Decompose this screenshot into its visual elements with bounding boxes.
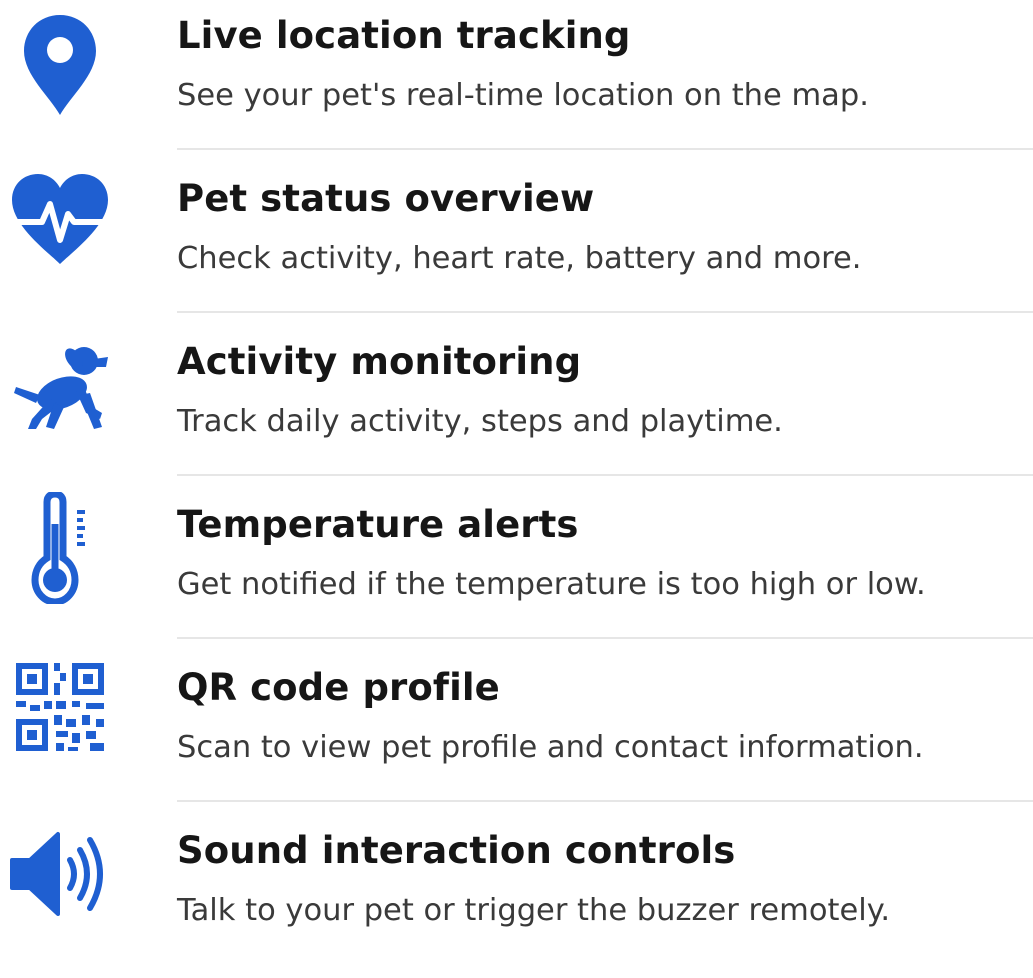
feature-pet-status[interactable]: Pet status overview Check activity, hear…: [0, 163, 1033, 326]
feature-description: Check activity, heart rate, battery and …: [177, 241, 862, 276]
running-dog-icon: [0, 332, 120, 442]
feature-title: Sound interaction controls: [177, 829, 736, 872]
feature-qr-profile[interactable]: QR code profile Scan to view pet profile…: [0, 652, 1033, 815]
feature-description: Scan to view pet profile and contact inf…: [177, 730, 924, 765]
qr-code-icon: [0, 652, 120, 762]
feature-title: Pet status overview: [177, 177, 595, 220]
feature-title: QR code profile: [177, 666, 500, 709]
feature-description: Talk to your pet or trigger the buzzer r…: [177, 893, 891, 928]
heart-pulse-icon: [0, 163, 120, 273]
divider: [177, 637, 1033, 639]
feature-description: Track daily activity, steps and playtime…: [177, 404, 783, 439]
feature-title: Live location tracking: [177, 14, 631, 57]
feature-sound-controls[interactable]: Sound interaction controls Talk to your …: [0, 815, 1033, 978]
divider: [177, 474, 1033, 476]
thermometer-icon: [0, 492, 120, 604]
feature-temperature[interactable]: Temperature alerts Get notified if the t…: [0, 489, 1033, 652]
feature-live-location[interactable]: Live location tracking See your pet's re…: [0, 0, 1033, 163]
feature-title: Temperature alerts: [177, 503, 579, 546]
feature-activity[interactable]: Activity monitoring Track daily activity…: [0, 326, 1033, 489]
divider: [177, 800, 1033, 802]
feature-title: Activity monitoring: [177, 340, 582, 383]
location-pin-icon: [0, 10, 120, 120]
feature-description: Get notified if the temperature is too h…: [177, 567, 926, 602]
feature-list: Live location tracking See your pet's re…: [0, 0, 1033, 939]
feature-description: See your pet's real-time location on the…: [177, 78, 869, 113]
divider: [177, 311, 1033, 313]
speaker-icon: [0, 819, 120, 929]
divider: [177, 148, 1033, 150]
